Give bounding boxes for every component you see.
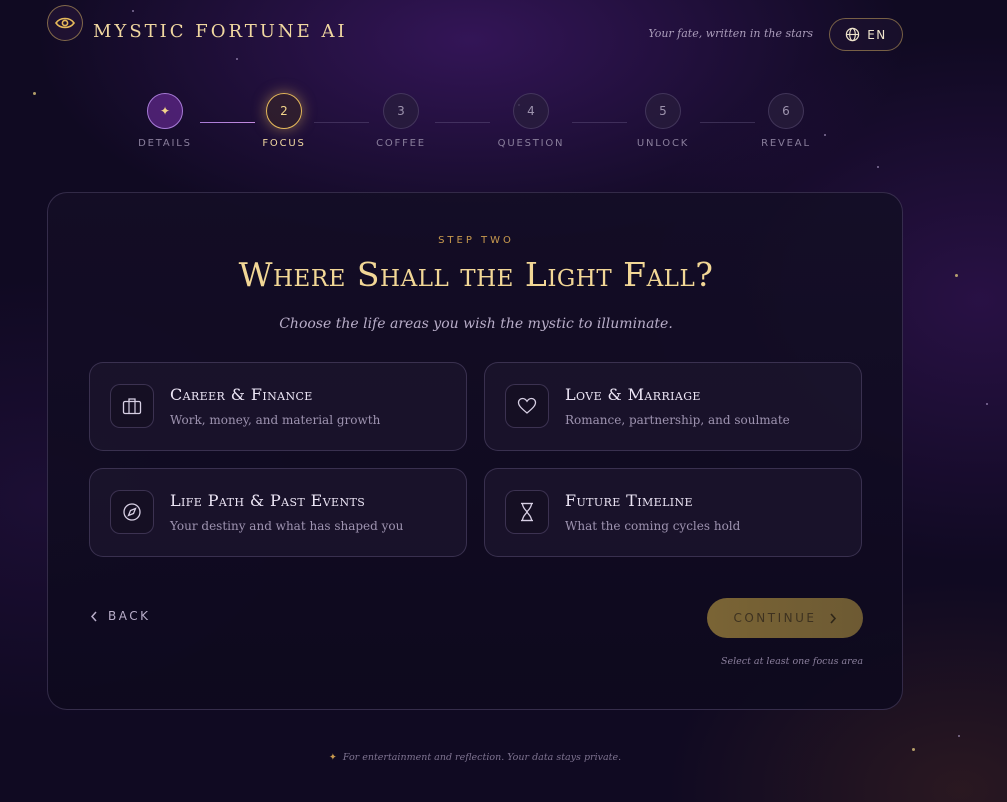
chevron-right-icon	[829, 612, 836, 624]
compass-icon	[110, 490, 154, 534]
step-details[interactable]: ✦ DETAILS	[125, 93, 205, 149]
step-label: COFFEE	[376, 138, 426, 149]
option-love-marriage[interactable]: Love & Marriage Romance, partnership, an…	[484, 362, 862, 451]
option-desc: Romance, partnership, and soulmate	[565, 413, 790, 427]
logo-eye-icon[interactable]	[47, 5, 83, 41]
option-title: Life Path & Past Events	[170, 491, 366, 510]
tagline: Your fate, written in the stars	[648, 27, 813, 40]
hourglass-icon	[505, 490, 549, 534]
language-button[interactable]: EN	[829, 18, 903, 51]
step-label: REVEAL	[761, 138, 811, 149]
back-label: BACK	[108, 609, 151, 623]
option-desc: Work, money, and material growth	[170, 413, 381, 427]
step-label: UNLOCK	[636, 138, 690, 149]
chevron-left-icon	[90, 611, 97, 621]
page-title: Where Shall the Light Fall?	[238, 255, 714, 294]
option-desc: What the coming cycles hold	[565, 519, 741, 533]
heart-icon	[505, 384, 549, 428]
step-label: FOCUS	[262, 138, 306, 149]
step-circle: ✦	[147, 93, 183, 129]
option-desc: Your destiny and what has shaped you	[170, 519, 404, 533]
option-title: Future Timeline	[565, 491, 693, 510]
step-circle: 6	[768, 93, 804, 129]
step-focus[interactable]: 2 FOCUS	[244, 93, 324, 149]
step-label: DETAILS	[138, 138, 192, 149]
back-button[interactable]: BACK	[90, 609, 150, 623]
option-life-path[interactable]: Life Path & Past Events Your destiny and…	[89, 468, 467, 557]
option-title: Love & Marriage	[565, 385, 701, 404]
page-subtitle: Choose the life areas you wish the mysti…	[279, 316, 673, 332]
step-unlock[interactable]: 5 UNLOCK	[623, 93, 703, 149]
step-connector	[435, 122, 490, 123]
continue-button[interactable]: CONTINUE	[707, 598, 863, 638]
step-question[interactable]: 4 QUESTION	[491, 93, 571, 149]
globe-icon	[846, 27, 860, 42]
step-circle: 3	[383, 93, 419, 129]
option-future-timeline[interactable]: Future Timeline What the coming cycles h…	[484, 468, 862, 557]
selection-hint: Select at least one focus area	[720, 656, 863, 667]
step-kicker: STEP TWO	[438, 235, 514, 246]
step-label: QUESTION	[497, 138, 565, 149]
step-circle: 4	[513, 93, 549, 129]
footer-note: ✦ For entertainment and reflection. Your …	[0, 752, 950, 763]
language-label: EN	[867, 27, 887, 42]
continue-label: CONTINUE	[733, 611, 817, 625]
step-connector	[572, 122, 627, 123]
step-circle: 2	[266, 93, 302, 129]
option-career-finance[interactable]: Career & Finance Work, money, and materi…	[89, 362, 467, 451]
brand-name: MYSTIC FORTUNE AI	[93, 21, 348, 42]
option-title: Career & Finance	[170, 385, 313, 404]
step-coffee[interactable]: 3 COFFEE	[361, 93, 441, 149]
footer-text: For entertainment and reflection. Your d…	[342, 752, 622, 763]
step-circle: 5	[645, 93, 681, 129]
step-reveal[interactable]: 6 REVEAL	[746, 93, 826, 149]
focus-card: STEP TWO Where Shall the Light Fall? Cho…	[47, 192, 903, 710]
sparkle-icon: ✦	[328, 752, 337, 763]
briefcase-icon	[110, 384, 154, 428]
